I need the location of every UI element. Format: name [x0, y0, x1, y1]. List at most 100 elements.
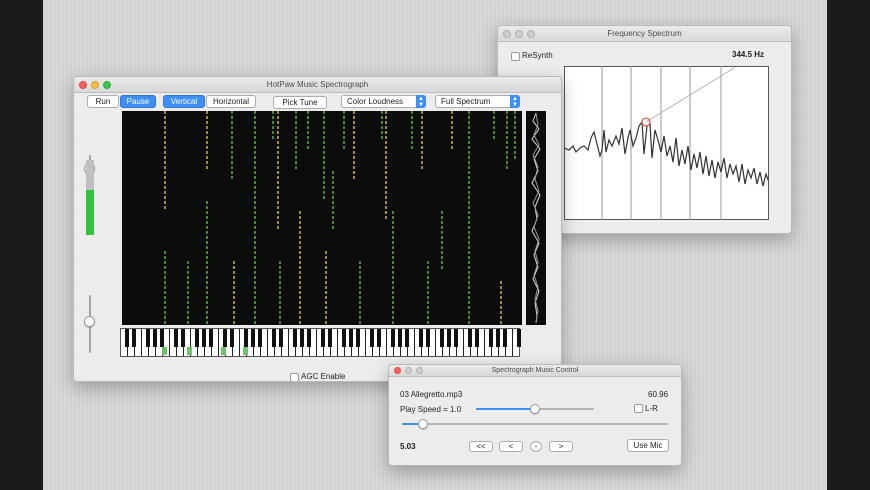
zoom-icon[interactable]: [103, 81, 111, 89]
left-letterbox: [0, 0, 43, 490]
speed-slider[interactable]: [476, 404, 594, 414]
spectrum-mode-select[interactable]: Full Spectrum ▲ ▼: [435, 95, 520, 108]
black-key: [349, 329, 353, 347]
horizontal-button[interactable]: Horizontal: [206, 95, 256, 108]
position-slider[interactable]: [402, 419, 668, 429]
threshold-slider-knob[interactable]: [84, 316, 95, 327]
black-key: [223, 329, 227, 347]
zoom-icon[interactable]: [527, 30, 535, 38]
minimize-icon[interactable]: [91, 81, 99, 89]
stop-button[interactable]: -: [530, 441, 542, 452]
black-key: [454, 329, 458, 347]
control-window-title: Spectrograph Music Control: [491, 367, 579, 374]
black-key: [447, 329, 451, 347]
track-duration: 60.96: [648, 390, 669, 399]
black-key: [489, 329, 493, 347]
black-key: [146, 329, 150, 347]
black-key: [244, 329, 248, 347]
active-key: [221, 347, 226, 355]
black-key: [342, 329, 346, 347]
black-key: [181, 329, 185, 347]
black-key: [153, 329, 157, 347]
black-key: [496, 329, 500, 347]
speed-slider-knob[interactable]: [530, 404, 540, 414]
frequency-spectrum-plot: [564, 66, 769, 220]
music-control-window: Spectrograph Music Control 03 Allegretto…: [388, 364, 682, 466]
black-key: [321, 329, 325, 347]
level-meter: [86, 160, 94, 235]
black-key: [370, 329, 374, 347]
close-icon[interactable]: [79, 81, 87, 89]
black-key: [398, 329, 402, 347]
black-key: [125, 329, 129, 347]
agc-enable-label: AGC Enable: [301, 372, 346, 381]
black-key: [195, 329, 199, 347]
black-key: [307, 329, 311, 347]
waveform-strip: [526, 111, 546, 325]
spectrum-mode-value: Full Spectrum: [441, 97, 491, 106]
step-forward-button[interactable]: >: [549, 441, 573, 452]
lr-label: L-R: [645, 404, 658, 413]
close-icon[interactable]: [394, 367, 401, 374]
run-button[interactable]: Run: [87, 95, 119, 108]
black-key: [419, 329, 423, 347]
black-key: [279, 329, 283, 347]
play-speed-label: Play Speed = 1.0: [400, 405, 462, 414]
active-key: [243, 347, 248, 355]
level-meter-fill: [86, 190, 94, 235]
black-key: [328, 329, 332, 347]
black-key: [230, 329, 234, 347]
pause-button[interactable]: Pause: [120, 95, 156, 108]
right-letterbox: [827, 0, 870, 490]
spectrograph-window: HotPaw Music Spectrograph Run Pause Vert…: [73, 76, 562, 382]
black-key: [517, 329, 521, 347]
black-key: [258, 329, 262, 347]
rewind-button[interactable]: <<: [469, 441, 493, 452]
control-titlebar: Spectrograph Music Control: [389, 365, 681, 377]
vertical-button[interactable]: Vertical: [163, 95, 205, 108]
piano-keyboard: [120, 328, 521, 357]
zoom-icon[interactable]: [416, 367, 423, 374]
color-mode-value: Color Loudness: [347, 97, 404, 106]
black-key: [356, 329, 360, 347]
frequency-window-title: Frequency Spectrum: [607, 29, 682, 38]
frequency-readout: 344.5 Hz: [732, 50, 765, 59]
resynth-label: ReSynth: [522, 51, 553, 60]
resynth-checkbox[interactable]: [511, 52, 520, 61]
black-key: [503, 329, 507, 347]
close-icon[interactable]: [503, 30, 511, 38]
black-key: [377, 329, 381, 347]
black-keys: [121, 329, 521, 347]
black-key: [174, 329, 178, 347]
black-key: [468, 329, 472, 347]
black-key: [426, 329, 430, 347]
black-key: [475, 329, 479, 347]
spectrogram-display: [122, 111, 522, 325]
black-key: [272, 329, 276, 347]
black-key: [391, 329, 395, 347]
black-key: [209, 329, 213, 347]
black-key: [440, 329, 444, 347]
minimize-icon[interactable]: [515, 30, 523, 38]
black-key: [300, 329, 304, 347]
speed-slider-fill: [476, 408, 535, 410]
chevron-updown-icon: ▲ ▼: [510, 95, 520, 108]
black-key: [293, 329, 297, 347]
lr-checkbox[interactable]: [634, 404, 643, 413]
active-key: [187, 347, 192, 355]
pick-tune-button[interactable]: Pick Tune: [273, 96, 327, 109]
frequency-titlebar: Frequency Spectrum: [498, 26, 791, 42]
spectrograph-window-title: HotPaw Music Spectrograph: [266, 80, 369, 89]
black-key: [160, 329, 164, 347]
chevron-updown-icon: ▲ ▼: [416, 95, 426, 108]
step-back-button[interactable]: <: [499, 441, 523, 452]
black-key: [132, 329, 136, 347]
use-mic-button[interactable]: Use Mic: [627, 439, 669, 452]
agc-enable-checkbox[interactable]: [290, 373, 299, 381]
active-key: [162, 347, 167, 355]
color-mode-select[interactable]: Color Loudness ▲ ▼: [341, 95, 426, 108]
track-name: 03 Allegretto.mp3: [400, 390, 463, 399]
black-key: [251, 329, 255, 347]
minimize-icon[interactable]: [405, 367, 412, 374]
position-slider-knob[interactable]: [418, 419, 428, 429]
